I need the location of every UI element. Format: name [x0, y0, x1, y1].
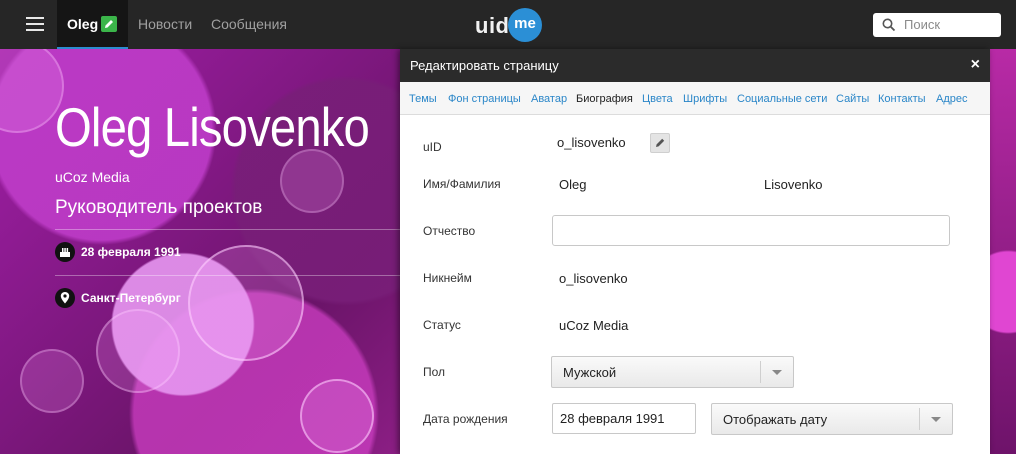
fullname-label: Имя/Фамилия	[423, 177, 501, 191]
birthdate-visibility-value: Отображать дату	[723, 412, 828, 427]
bokeh-circle	[96, 309, 180, 393]
gender-label: Пол	[423, 365, 446, 379]
tab-themes[interactable]: Темы	[409, 93, 437, 105]
profile-name: Oleg Lisovenko	[55, 96, 370, 158]
status-value[interactable]: uCoz Media	[559, 318, 628, 333]
uid-value: o_lisovenko	[557, 135, 626, 150]
divider	[55, 275, 400, 276]
close-icon[interactable]: ×	[971, 56, 980, 74]
profile-city: Санкт-Петербург	[81, 291, 181, 305]
birthdate-visibility-select[interactable]: Отображать дату	[711, 403, 953, 435]
nickname-label: Никнейм	[423, 271, 472, 285]
search-box[interactable]	[873, 13, 1001, 37]
background-edge	[990, 49, 1016, 454]
edit-uid-button[interactable]	[650, 133, 670, 153]
gender-select[interactable]: Мужской	[551, 356, 794, 388]
patronymic-label: Отчество	[423, 224, 476, 238]
bokeh-circle	[20, 349, 84, 413]
dialog-tabs: Темы Фон страницы Аватар Биография Цвета…	[400, 82, 990, 115]
logo-uid-text: uid	[475, 13, 510, 38]
tab-sites[interactable]: Сайты	[836, 93, 869, 105]
user-name: Oleg	[67, 16, 99, 32]
pencil-icon[interactable]	[101, 16, 117, 32]
cake-icon	[55, 242, 75, 262]
tab-biography[interactable]: Биография	[576, 93, 633, 105]
tab-avatar[interactable]: Аватар	[531, 93, 567, 105]
dialog-header: Редактировать страницу ×	[400, 49, 990, 82]
divider	[55, 229, 400, 230]
birthdate-value: 28 февраля 1991	[560, 411, 665, 426]
profile-company: uCoz Media	[55, 169, 130, 185]
tab-fonts[interactable]: Шрифты	[683, 93, 727, 105]
uid-label: uID	[423, 140, 442, 154]
bokeh-circle	[188, 245, 304, 361]
gender-select-value: Мужской	[563, 365, 617, 380]
status-label: Статус	[423, 318, 461, 332]
tab-contacts[interactable]: Контакты	[878, 93, 926, 105]
birthdate-label: Дата рождения	[423, 412, 508, 426]
pencil-icon	[656, 138, 665, 147]
user-tab[interactable]: Oleg	[57, 0, 128, 49]
tab-colors[interactable]: Цвета	[642, 93, 673, 105]
tab-address[interactable]: Адрес	[936, 93, 968, 105]
nickname-value[interactable]: o_lisovenko	[559, 271, 628, 286]
edit-page-dialog: Редактировать страницу × Темы Фон страни…	[400, 49, 990, 454]
search-input[interactable]	[902, 16, 998, 33]
top-bar: Oleg Новости Сообщения uid me	[0, 0, 1016, 49]
chevron-down-icon	[760, 361, 793, 383]
logo-me-badge: me	[508, 8, 542, 42]
location-pin-icon	[55, 288, 75, 308]
nav-news-link[interactable]: Новости	[138, 16, 192, 32]
dialog-title: Редактировать страницу	[410, 58, 559, 73]
first-name-value[interactable]: Oleg	[559, 177, 586, 192]
nav-messages-link[interactable]: Сообщения	[211, 16, 287, 32]
profile-city-row: Санкт-Петербург	[55, 288, 181, 308]
tab-social-networks[interactable]: Социальные сети	[737, 93, 827, 105]
patronymic-field[interactable]	[552, 215, 950, 246]
menu-icon[interactable]	[26, 17, 44, 31]
chevron-down-icon	[919, 408, 952, 430]
bokeh-circle	[300, 379, 374, 453]
profile-birthday-row: 28 февраля 1991	[55, 242, 181, 262]
birthdate-field[interactable]: 28 февраля 1991	[552, 403, 696, 434]
profile-birthday: 28 февраля 1991	[81, 245, 181, 259]
profile-position: Руководитель проектов	[55, 197, 263, 218]
last-name-value[interactable]: Lisovenko	[764, 177, 823, 192]
search-icon	[882, 18, 896, 32]
tab-page-background[interactable]: Фон страницы	[448, 93, 521, 105]
